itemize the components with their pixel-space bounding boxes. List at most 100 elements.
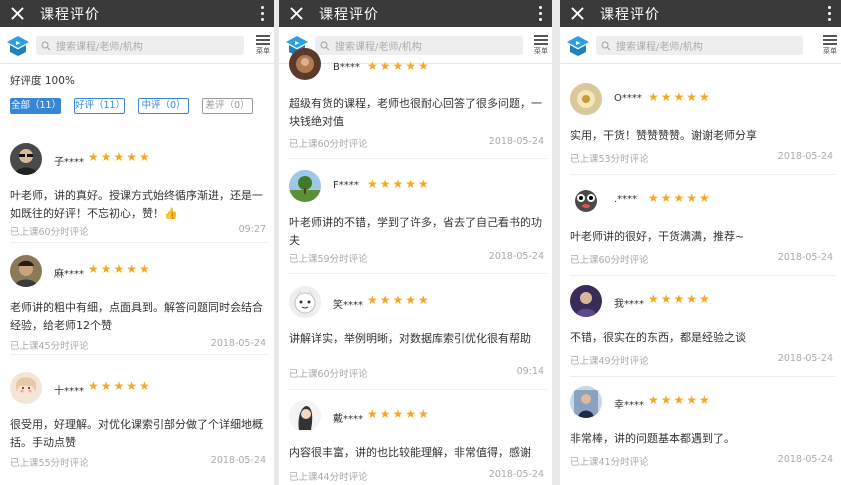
review-username: .**** [614,194,638,205]
avatar[interactable] [10,255,42,287]
review-duration: 已上课49分时评论 [570,356,649,367]
avatar[interactable] [570,285,602,317]
review-duration: 已上课45分时评论 [10,341,89,352]
review-stars: ★★★★★ [648,393,712,407]
review-username: 幸**** [614,400,644,411]
review-item: 笑**** ★★★★★ 讲解详实，举例明晰，对数据库索引优化很有帮助 已上课60… [289,286,547,390]
review-text: 讲解详实，举例明晰，对数据库索引优化很有帮助 [289,332,531,345]
panel-reviews-3: 课程评价 搜索课程/老师/机构 菜单 O**** ★★★★★ 实用，干货！赞赞赞… [560,0,841,485]
search-input[interactable]: 搜索课程/老师/机构 [36,36,244,55]
panel-reviews-2: 课程评价 搜索课程/老师/机构 菜单 B**** ★★★★★ 超级有货的课程，老… [279,0,552,485]
avatar[interactable] [289,400,321,432]
avatar[interactable] [10,372,42,404]
review-stars: ★★★★★ [648,90,712,104]
review-username: 十**** [54,386,84,397]
review-date: 2018-05-24 [488,251,544,262]
more-icon[interactable] [534,0,546,27]
menu-button[interactable]: 菜单 [533,33,549,56]
review-stars: ★★★★★ [88,262,152,276]
review-duration: 已上课53分时评论 [570,154,649,165]
menu-label: 菜单 [534,47,548,55]
close-icon[interactable] [0,0,34,27]
menu-button[interactable]: 菜单 [255,33,271,56]
menu-icon [533,35,549,45]
review-duration: 已上课60分时评论 [570,255,649,266]
review-text: 非常棒，讲的问题基本都遇到了。 [570,432,735,445]
review-date: 2018-05-24 [777,353,833,364]
avatar[interactable] [10,143,42,175]
review-stars: ★★★★★ [367,59,431,73]
menu-label: 菜单 [823,47,837,55]
review-item: 麻**** ★★★★★ 老师讲的粗中有细，点面具到。解答问题同时会结合经验，给老… [10,255,269,355]
review-username: 子**** [54,157,84,168]
review-username: 笑**** [333,300,363,311]
close-icon[interactable] [560,0,594,27]
review-duration: 已上课55分时评论 [10,458,89,469]
avatar[interactable] [570,386,602,418]
avatar[interactable] [289,170,321,202]
review-stars: ★★★★★ [88,150,152,164]
review-text: 内容很丰富，讲的也比较能理解，非常值得，感谢 [289,446,531,459]
review-item: 幸**** ★★★★★ 非常棒，讲的问题基本都遇到了。 已上课41分时评论 20… [570,386,836,484]
title-bar: 课程评价 [560,0,841,27]
review-stars: ★★★★★ [367,407,431,421]
review-item: 我**** ★★★★★ 不错，很实在的东西，都是经验之谈 已上课49分时评论 2… [570,285,836,377]
panel-divider [552,0,560,485]
review-date: 2018-05-24 [777,151,833,162]
avatar[interactable] [570,184,602,216]
logo-icon[interactable] [6,35,30,57]
review-text: 不错，很实在的东西，都是经验之谈 [570,331,746,344]
page-title: 课程评价 [319,6,379,23]
filter-negative[interactable]: 差评（0） [202,98,253,114]
title-bar: 课程评价 [279,0,552,27]
more-icon[interactable] [256,0,268,27]
review-username: 我**** [614,299,644,310]
review-duration: 已上课41分时评论 [570,457,649,468]
review-date: 2018-05-24 [210,338,266,349]
avatar[interactable] [289,48,321,80]
filter-all[interactable]: 全部（11） [10,98,61,114]
review-item: O**** ★★★★★ 实用，干货！赞赞赞赞。谢谢老师分享 已上课53分时评论 … [570,83,836,175]
filter-positive[interactable]: 好评（11） [74,98,125,114]
review-text: 叶老师，讲的真好。授课方式始终循序渐进，还是一如既往的好评！不忘初心，赞！👍 [10,189,263,220]
avatar[interactable] [570,83,602,115]
filter-neutral[interactable]: 中评（0） [138,98,189,114]
logo-icon[interactable] [566,35,590,57]
rating-summary: 好评度 100% [10,75,75,87]
search-input[interactable]: 搜索课程/老师/机构 [315,36,523,55]
title-bar: 课程评价 [0,0,274,27]
filter-tabs: 全部（11） 好评（11） 中评（0） 差评（0） [10,98,253,114]
panel-reviews-1: 课程评价 搜索课程/老师/机构 菜单 好评度 100% 全部（11） 好评（11… [0,0,274,485]
search-placeholder: 搜索课程/老师/机构 [56,42,143,53]
review-text: 很受用，好理解。对优化课索引部分做了个详细地概括。手动点赞 [10,418,263,449]
review-date: 2018-05-24 [777,252,833,263]
review-date: 09:27 [238,224,266,235]
review-duration: 已上课59分时评论 [289,254,368,265]
review-item: .**** ★★★★★ 叶老师讲的很好，干货满满，推荐~ 已上课60分时评论 2… [570,184,836,276]
review-username: 戴**** [333,414,363,425]
menu-icon [822,35,838,45]
menu-label: 菜单 [256,47,270,55]
page-title: 课程评价 [40,6,100,23]
search-icon [320,40,330,50]
close-icon[interactable] [279,0,313,27]
search-input[interactable]: 搜索课程/老师/机构 [596,36,803,55]
menu-icon [255,35,271,45]
review-date: 2018-05-24 [210,455,266,466]
search-bar: 搜索课程/老师/机构 菜单 [0,27,274,64]
review-username: 麻**** [54,269,84,280]
avatar[interactable] [289,286,321,318]
search-icon [601,40,611,50]
review-date: 2018-05-24 [488,469,544,480]
review-item: 十**** ★★★★★ 很受用，好理解。对优化课索引部分做了个详细地概括。手动点… [10,372,269,484]
review-duration: 已上课60分时评论 [289,139,368,150]
review-item: 戴**** ★★★★★ 内容很丰富，讲的也比较能理解，非常值得，感谢 已上课44… [289,400,547,485]
search-bar: 搜索课程/老师/机构 菜单 [560,27,841,64]
more-icon[interactable] [823,0,835,27]
review-stars: ★★★★★ [648,292,712,306]
search-placeholder: 搜索课程/老师/机构 [616,42,703,53]
review-date: 09:14 [516,366,544,377]
search-placeholder: 搜索课程/老师/机构 [335,42,422,53]
menu-button[interactable]: 菜单 [822,33,838,56]
review-stars: ★★★★★ [367,293,431,307]
